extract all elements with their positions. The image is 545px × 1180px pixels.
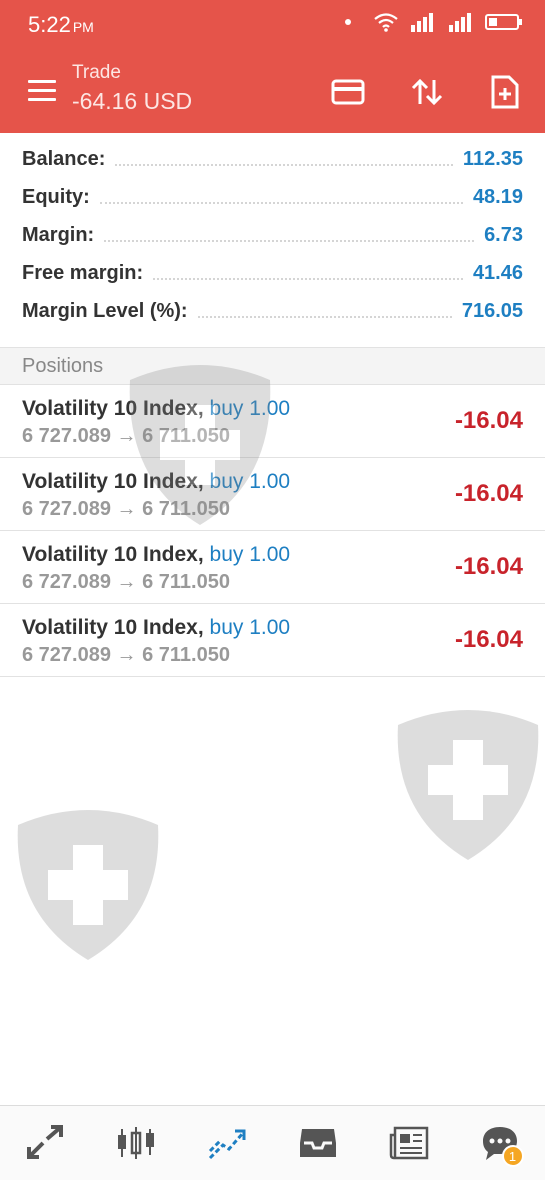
position-prices: 6 727.089 → 6 711.050: [22, 425, 230, 447]
balance-value: 112.35: [462, 147, 523, 170]
new-order-button[interactable]: [483, 70, 527, 114]
position-prices: 6 727.089 → 6 711.050: [22, 644, 230, 666]
position-profit: -16.04: [454, 553, 523, 580]
inbox-icon: [299, 1129, 336, 1157]
app-header: 5:22 PM Trade -64.16 USD: [0, 0, 545, 133]
nav-chart[interactable]: [106, 1113, 166, 1173]
position-row[interactable]: Volatility 10 Index, buy 1.00 6 727.089 …: [0, 531, 545, 604]
bottom-nav: 1: [0, 1105, 545, 1180]
nav-chat[interactable]: 1: [470, 1113, 530, 1173]
position-side: buy 1.00: [209, 616, 291, 639]
equity-value: 48.19: [472, 185, 523, 208]
new-document-icon: [491, 75, 519, 109]
chart-icon: [118, 1127, 155, 1159]
page-title: Trade: [72, 62, 121, 83]
nav-history[interactable]: [288, 1113, 348, 1173]
sort-button[interactable]: [405, 70, 449, 114]
position-symbol: Volatility 10 Index,: [22, 543, 204, 566]
balance-row: Balance: 112.35: [0, 140, 545, 178]
title-block: Trade -64.16 USD: [72, 62, 192, 115]
free-margin-row: Free margin: 41.46: [0, 254, 545, 292]
free-margin-label: Free margin:: [22, 261, 144, 284]
margin-row: Margin: 6.73: [0, 216, 545, 254]
position-side: buy 1.00: [209, 470, 291, 493]
position-row[interactable]: Volatility 10 Index, buy 1.00 6 727.089 …: [0, 458, 545, 531]
nav-quotes[interactable]: [15, 1113, 75, 1173]
positions-list: Volatility 10 Index, buy 1.00 6 727.089 …: [0, 385, 545, 677]
battery-icon: [485, 14, 522, 30]
margin-level-row: Margin Level (%): 716.05: [0, 292, 545, 330]
chat-badge: 1: [501, 1145, 524, 1167]
position-symbol: Volatility 10 Index,: [22, 616, 204, 639]
position-row[interactable]: Volatility 10 Index, buy 1.00 6 727.089 …: [0, 385, 545, 458]
signal-icon-2: [449, 13, 471, 32]
news-icon: [389, 1126, 428, 1160]
free-margin-value: 41.46: [472, 261, 523, 284]
nav-news[interactable]: [379, 1113, 439, 1173]
status-ampm: PM: [72, 19, 94, 35]
position-prices: 6 727.089 → 6 711.050: [22, 571, 230, 593]
shield-watermark-icon: [397, 710, 539, 860]
margin-level-value: 716.05: [461, 299, 523, 322]
signal-icon: [411, 13, 433, 32]
position-profit: -16.04: [454, 626, 523, 653]
position-title: Volatility 10 Index, buy 1.00: [22, 543, 290, 567]
trade-icon: [209, 1129, 246, 1160]
nav-trade[interactable]: [197, 1113, 257, 1173]
position-symbol: Volatility 10 Index,: [22, 470, 204, 493]
position-title: Volatility 10 Index, buy 1.00: [22, 616, 290, 640]
page-subtitle: -64.16 USD: [72, 88, 193, 114]
positions-header: Positions: [0, 347, 545, 385]
wifi-icon: [374, 13, 398, 32]
position-prices: 6 727.089 → 6 711.050: [22, 498, 230, 520]
status-time: 5:22 PM: [28, 12, 94, 38]
position-profit: -16.04: [454, 407, 523, 434]
equity-label: Equity:: [22, 185, 90, 208]
menu-button[interactable]: [28, 80, 56, 102]
notification-dot-icon: [345, 19, 351, 25]
equity-row: Equity: 48.19: [0, 178, 545, 216]
position-title: Volatility 10 Index, buy 1.00: [22, 397, 290, 421]
position-symbol: Volatility 10 Index,: [22, 397, 204, 420]
balance-label: Balance:: [22, 147, 106, 170]
status-time-value: 5:22: [28, 12, 71, 37]
account-summary: Balance: 112.35 Equity: 48.19 Margin: 6.…: [0, 140, 545, 330]
status-icons: [345, 12, 522, 32]
position-side: buy 1.00: [209, 543, 291, 566]
status-bar: 5:22 PM: [0, 0, 545, 50]
margin-value: 6.73: [484, 223, 523, 246]
sort-icon: [411, 78, 443, 106]
margin-label: Margin:: [22, 223, 95, 246]
quotes-icon: [27, 1125, 64, 1159]
position-profit: -16.04: [454, 480, 523, 507]
deposit-button[interactable]: [326, 70, 370, 114]
position-row[interactable]: Volatility 10 Index, buy 1.00 6 727.089 …: [0, 604, 545, 677]
card-icon: [331, 79, 365, 105]
position-title: Volatility 10 Index, buy 1.00: [22, 470, 290, 494]
shield-watermark-icon: [17, 810, 159, 960]
margin-level-label: Margin Level (%):: [22, 299, 188, 322]
position-side: buy 1.00: [209, 397, 291, 420]
